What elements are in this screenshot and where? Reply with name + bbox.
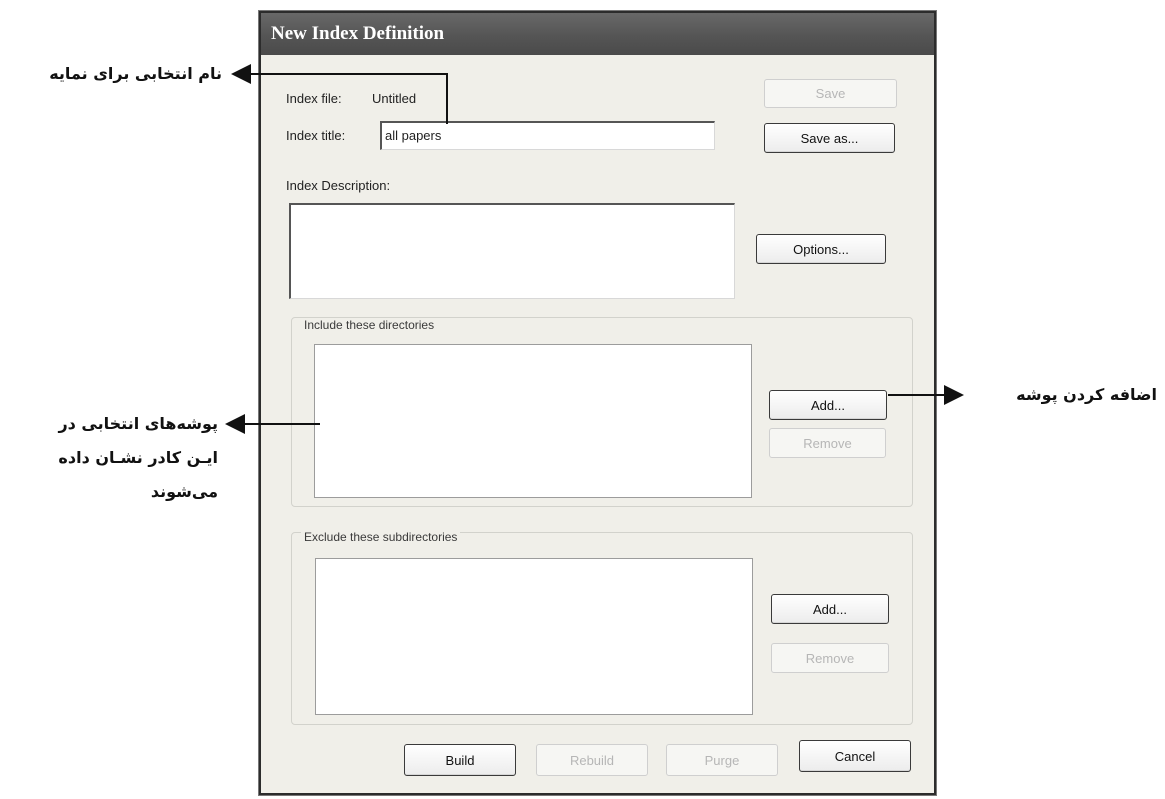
save-as-button[interactable]: Save as... xyxy=(764,123,895,153)
options-button[interactable]: Options... xyxy=(756,234,886,264)
index-file-label: Index file: xyxy=(286,91,342,106)
exclude-subdirectories-group-label: Exclude these subdirectories xyxy=(301,530,461,544)
exclude-add-button[interactable]: Add... xyxy=(771,594,889,624)
index-title-input-value: all papers xyxy=(385,128,442,143)
exclude-remove-button[interactable]: Remove xyxy=(771,643,889,673)
dialog-title: New Index Definition xyxy=(271,23,445,44)
index-title-label: Index title: xyxy=(286,128,346,143)
build-button[interactable]: Build xyxy=(404,744,516,776)
title-note: نام انتخابی برای نمایه xyxy=(49,64,222,83)
include-directories-group-label: Include these directories xyxy=(301,318,438,332)
index-file-value: Untitled xyxy=(372,91,417,106)
dialog-titlebar[interactable]: New Index Definition xyxy=(261,13,934,55)
folders-note-line2: ایـن کادر نشـان داده xyxy=(58,448,218,467)
folders-note: پوشه‌های انتخابی در ایـن کادر نشـان داده… xyxy=(58,407,218,509)
purge-button[interactable]: Purge xyxy=(666,744,778,776)
new-index-definition-dialog: New Index Definition Index file: Untitle… xyxy=(259,11,936,795)
rebuild-button[interactable]: Rebuild xyxy=(536,744,648,776)
index-description-textarea[interactable] xyxy=(289,203,735,299)
folders-note-line3: می‌شوند xyxy=(150,482,218,501)
index-description-label: Index Description: xyxy=(286,178,391,193)
exclude-subdirectories-list[interactable] xyxy=(315,558,753,715)
save-button[interactable]: Save xyxy=(764,79,897,108)
add-note: اضافه کردن پوشه xyxy=(1016,385,1157,404)
include-directories-list[interactable] xyxy=(314,344,752,498)
folders-note-line1: پوشه‌های انتخابی در xyxy=(58,414,218,433)
include-add-button[interactable]: Add... xyxy=(769,390,887,420)
index-title-input[interactable]: all papers xyxy=(380,121,715,150)
cancel-button[interactable]: Cancel xyxy=(799,740,911,772)
include-remove-button[interactable]: Remove xyxy=(769,428,886,458)
